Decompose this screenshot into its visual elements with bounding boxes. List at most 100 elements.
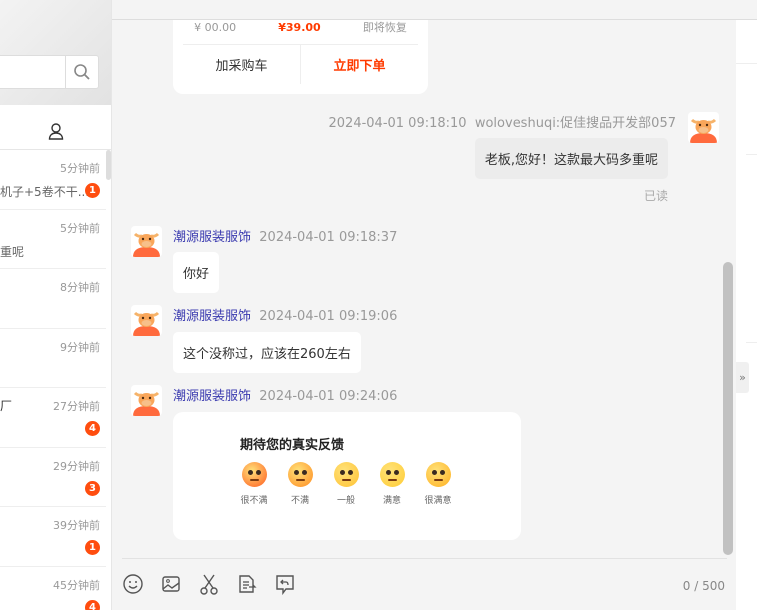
- conversation-sidebar: 5分钟前 机子+5卷不干... 1 5分钟前 重呢 8分钟前 9分钟前厂 27分钟前 4 29分钟…: [0, 0, 112, 610]
- conversation-time: 45分钟前: [53, 578, 100, 592]
- avatar[interactable]: [131, 226, 162, 257]
- double-chevron-right-icon: »: [739, 371, 746, 384]
- conversation-item[interactable]: 29分钟前 3: [0, 448, 106, 507]
- message-meta: 潮源服装服饰 2024-04-01 09:18:37: [173, 226, 397, 245]
- message-meta: 2024-04-01 09:18:10 woloveshuqi:促佳搜品开发部0…: [329, 112, 677, 131]
- message-sender[interactable]: 潮源服装服饰: [173, 389, 251, 404]
- message-time: 2024-04-01 09:24:06: [259, 389, 398, 404]
- conversation-list: 5分钟前 机子+5卷不干... 1 5分钟前 重呢 8分钟前 9分钟前厂 27分钟前 4 29分钟…: [0, 150, 106, 610]
- feedback-label: 不满: [290, 496, 309, 506]
- search-button[interactable]: [65, 56, 98, 88]
- read-status: 已读: [643, 189, 668, 203]
- unread-badge: 3: [85, 480, 100, 496]
- cow-avatar-icon: [133, 311, 160, 336]
- sidebar-header: [0, 0, 111, 105]
- product-card: ¥ 00.00 ¥39.00 即将恢复 加采购车 立即下单: [173, 20, 428, 94]
- conversation-time: 29分钟前: [53, 459, 100, 473]
- message-bubble: 你好: [173, 252, 220, 293]
- screenshot-button[interactable]: [198, 573, 220, 595]
- emoji-button[interactable]: [122, 573, 144, 595]
- feedback-option[interactable]: 很不满: [231, 462, 277, 506]
- chat-scrollbar[interactable]: [723, 262, 733, 555]
- collapse-panel-button[interactable]: »: [736, 362, 749, 393]
- conversation-item[interactable]: 9分钟前: [0, 329, 106, 388]
- divider: [122, 558, 727, 559]
- reply-bubble-icon: [276, 575, 294, 595]
- message-time: 2024-04-01 09:19:06: [259, 309, 398, 324]
- cow-avatar-icon: [133, 232, 160, 257]
- message-sender[interactable]: 潮源服装服饰: [173, 230, 251, 245]
- emoji-face-icon: [333, 462, 359, 487]
- emoji-face-icon: [241, 462, 267, 487]
- price: ¥39.00: [278, 21, 321, 34]
- quick-phrase-button[interactable]: [236, 573, 258, 595]
- message-bubble: 老板,您好！这款最大码多重呢: [474, 138, 668, 179]
- emoji-face-icon: [379, 462, 405, 487]
- user-icon: [48, 122, 64, 140]
- stock-status: 即将恢复: [362, 21, 407, 34]
- contacts-tab[interactable]: [0, 112, 111, 150]
- avatar[interactable]: [131, 305, 162, 336]
- feedback-label: 很满意: [424, 496, 452, 506]
- unread-badge: 1: [85, 540, 100, 555]
- buy-now-button[interactable]: 立即下单: [301, 45, 418, 84]
- smiley-icon: [123, 574, 143, 594]
- chat-messages: ¥ 00.00 ¥39.00 即将恢复 加采购车 立即下单 2024-04-01…: [112, 20, 736, 555]
- conversation-item[interactable]: 厂 27分钟前 4: [0, 388, 106, 448]
- conversation-item[interactable]: 5分钟前机子+5卷不干... 1: [0, 150, 106, 210]
- conversation-item[interactable]: 8分钟前: [0, 269, 106, 329]
- conversation-time: 39分钟前: [53, 519, 100, 532]
- unread-badge: 4: [85, 599, 100, 610]
- scissors-icon: [200, 574, 218, 595]
- right-panel: [736, 0, 757, 610]
- conversation-item[interactable]: 5分钟前重呢: [0, 210, 106, 269]
- feedback-options: 很不满 不满 一般 满意 很满意: [231, 462, 461, 506]
- emoji-face-icon: [287, 462, 313, 487]
- feedback-card: 期待您的真实反馈 很不满 不满 一般 满意 很满意: [173, 412, 521, 540]
- conversation-time: 5分钟前: [60, 221, 100, 235]
- feedback-title: 期待您的真实反馈: [240, 438, 345, 453]
- add-to-cart-button[interactable]: 加采购车: [183, 45, 301, 84]
- conversation-item[interactable]: 39分钟前 1: [0, 507, 106, 567]
- message-sender: woloveshuqi:促佳搜品开发部057: [474, 116, 676, 131]
- message-sender[interactable]: 潮源服装服饰: [173, 309, 251, 324]
- char-count: 0 / 500: [682, 579, 725, 593]
- feedback-option[interactable]: 不满: [277, 462, 323, 506]
- avatar[interactable]: [688, 112, 719, 143]
- feedback-option[interactable]: 满意: [369, 462, 415, 506]
- conversation-preview: 重呢: [0, 244, 25, 259]
- message-time: 2024-04-01 09:18:10: [328, 116, 467, 131]
- cow-avatar-icon: [690, 118, 717, 143]
- unread-badge: 1: [85, 183, 100, 198]
- emoji-face-icon: [425, 462, 451, 487]
- cow-avatar-icon: [133, 391, 160, 416]
- conversation-time: 5分钟前: [60, 162, 100, 175]
- conversation-time: 27分钟前: [53, 400, 100, 413]
- chat-header: [112, 0, 757, 20]
- avatar[interactable]: [131, 385, 162, 416]
- sidebar-scrollbar[interactable]: [106, 150, 111, 180]
- conversation-name: 厂: [0, 399, 13, 413]
- feedback-label: 一般: [336, 496, 355, 506]
- message-composer[interactable]: 0 / 500: [112, 555, 736, 610]
- message-time: 2024-04-01 09:18:37: [259, 230, 398, 245]
- search-icon: [74, 64, 90, 80]
- conversation-time: 9分钟前: [60, 340, 100, 354]
- document-send-icon: [239, 575, 257, 593]
- feedback-option[interactable]: 一般: [323, 462, 369, 506]
- image-button[interactable]: [160, 573, 182, 595]
- unread-badge: 4: [85, 421, 100, 436]
- conversation-item[interactable]: 45分钟前 4: [0, 567, 106, 610]
- feedback-label: 满意: [382, 496, 401, 506]
- original-price: ¥ 00.00: [194, 21, 237, 34]
- message-meta: 潮源服装服饰 2024-04-01 09:24:06: [173, 385, 397, 404]
- message-bubble: 这个没称过，应该在260左右: [173, 332, 361, 373]
- feedback-option[interactable]: 很满意: [415, 462, 461, 506]
- recall-button[interactable]: [274, 573, 296, 595]
- message-meta: 潮源服装服饰 2024-04-01 09:19:06: [173, 305, 397, 324]
- image-icon: [162, 576, 180, 592]
- conversation-time: 8分钟前: [60, 281, 100, 294]
- conversation-preview: 机子+5卷不干...: [0, 185, 90, 199]
- search-input[interactable]: [0, 55, 99, 89]
- feedback-label: 很不满: [240, 496, 268, 506]
